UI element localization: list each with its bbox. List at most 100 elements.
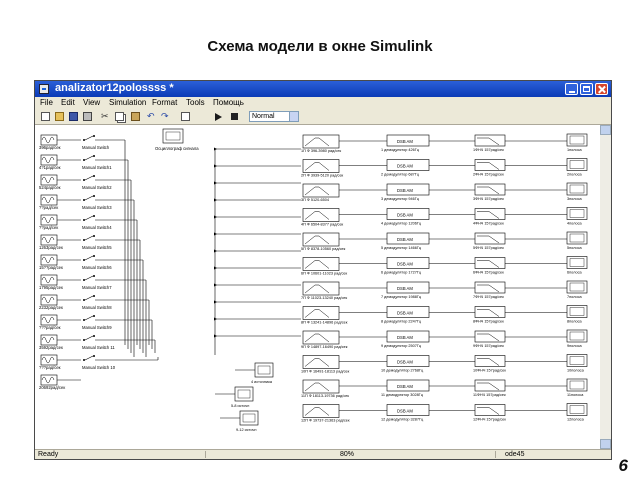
bandpass-filter-block[interactable] — [302, 232, 340, 247]
undo-icon[interactable]: ↶ — [147, 112, 156, 121]
lowpass-filter-block[interactable] — [474, 330, 506, 343]
switch-contact — [93, 275, 95, 277]
manual-switch-block[interactable] — [84, 195, 94, 201]
filter-label: 12П Ф 19737-21363 рад/сек — [301, 419, 350, 423]
manual-switch-block[interactable] — [84, 235, 94, 241]
lowpass-filter-block[interactable] — [474, 183, 506, 196]
scope-screen-icon — [569, 233, 585, 243]
lowpass-filter-block[interactable] — [474, 379, 506, 392]
switch-contact — [93, 155, 95, 157]
vertical-scrollbar[interactable] — [600, 125, 611, 449]
sine-source-block[interactable] — [40, 374, 58, 386]
sine-source-block[interactable] — [40, 314, 58, 326]
sine-source-block[interactable] — [40, 274, 58, 286]
sine-source-block[interactable] — [40, 254, 58, 266]
menu-view[interactable]: View — [83, 97, 100, 109]
close-button[interactable] — [595, 83, 608, 95]
scope-screen-icon — [237, 389, 251, 399]
switch-contact — [83, 219, 85, 221]
sine-source-block[interactable] — [40, 174, 58, 186]
library-icon[interactable] — [181, 112, 190, 121]
lowpass-filter-block[interactable] — [474, 134, 506, 147]
menu-file[interactable]: File — [40, 97, 53, 109]
manual-switch-block[interactable] — [84, 175, 94, 181]
manual-switch-block[interactable] — [84, 155, 94, 161]
switch-label: Manual Switch8 — [82, 305, 112, 310]
menu-simulation[interactable]: Simulation — [109, 97, 146, 109]
arrow-head-icon — [214, 215, 217, 219]
sine-source-block[interactable] — [40, 354, 58, 366]
bandpass-filter-block[interactable] — [302, 379, 340, 394]
menu-help[interactable]: Помощь — [213, 97, 244, 109]
bandpass-filter-block[interactable] — [302, 208, 340, 222]
menu-tools[interactable]: Tools — [186, 97, 205, 109]
scroll-down-button[interactable] — [600, 439, 611, 449]
bandpass-filter-block[interactable] — [302, 355, 340, 369]
switch-contact — [93, 235, 95, 237]
bandpass-filter-block[interactable] — [302, 257, 340, 271]
manual-switch-block[interactable] — [84, 215, 94, 221]
copy-icon[interactable] — [115, 112, 124, 121]
open-icon[interactable] — [55, 112, 64, 121]
lowpass-filter-block[interactable] — [474, 232, 506, 245]
menu-format[interactable]: Format — [152, 97, 177, 109]
print-icon[interactable] — [83, 112, 92, 121]
window-titlebar[interactable]: analizator12polossss * — [35, 81, 611, 97]
stop-icon[interactable] — [231, 113, 238, 120]
menu-bar: File Edit View Simulation Format Tools П… — [35, 97, 611, 109]
sine-source-block[interactable] — [40, 134, 58, 146]
bandpass-filter-block[interactable] — [302, 134, 340, 149]
redo-icon[interactable]: ↷ — [161, 112, 170, 121]
manual-switch-block[interactable] — [84, 275, 94, 281]
save-icon[interactable] — [69, 112, 78, 121]
filter-label: 5П Ф 8378-10560 рад/сек — [301, 247, 346, 251]
status-ready: Ready — [38, 451, 59, 458]
cut-icon[interactable]: ✂ — [101, 112, 110, 121]
scope-screen-icon — [569, 307, 585, 316]
bandpass-filter-block[interactable] — [302, 183, 340, 198]
lowpass-filter-block[interactable] — [474, 281, 506, 294]
lowpass-filter-block[interactable] — [474, 306, 506, 318]
manual-switch-block[interactable] — [84, 135, 94, 141]
menu-edit[interactable]: Edit — [61, 97, 75, 109]
minimize-button[interactable] — [565, 83, 578, 95]
paste-icon[interactable] — [131, 112, 140, 121]
manual-switch-block[interactable] — [84, 335, 94, 341]
sine-source-block[interactable] — [40, 194, 58, 206]
simulation-mode-select[interactable]: Normal — [249, 111, 299, 122]
output-label: 1полоса — [567, 148, 582, 152]
lowpass-filter-block[interactable] — [474, 208, 506, 220]
bandpass-filter-block[interactable] — [302, 404, 340, 418]
sine-source-block[interactable] — [40, 334, 58, 346]
bandpass-filter-block[interactable] — [302, 330, 340, 345]
dsb-am-label: DSB AM — [397, 164, 413, 169]
scope-screen-icon — [569, 356, 585, 365]
lowpass-filter-block[interactable] — [474, 159, 506, 171]
switch-contact — [83, 159, 85, 161]
manual-switch-block[interactable] — [84, 295, 94, 301]
source-label: 524рад/сек — [39, 185, 61, 190]
manual-switch-block[interactable] — [84, 315, 94, 321]
bandpass-filter-block[interactable] — [302, 281, 340, 296]
switch-label: Manual Switch3 — [82, 205, 112, 210]
bandpass-filter-block[interactable] — [302, 306, 340, 320]
sine-source-block[interactable] — [40, 234, 58, 246]
bandpass-filter-block[interactable] — [302, 159, 340, 173]
scroll-up-button[interactable] — [600, 125, 611, 135]
sine-source-block[interactable] — [40, 214, 58, 226]
arrow-head-icon — [214, 317, 217, 321]
play-icon[interactable] — [215, 113, 222, 121]
sine-source-block[interactable] — [40, 294, 58, 306]
manual-switch-block[interactable] — [84, 255, 94, 261]
chevron-down-icon[interactable] — [289, 112, 298, 121]
model-canvas[interactable]: 396рад/сек 4?1рад/сек 524рад/сек ??рад/сек?… — [35, 125, 600, 449]
maximize-button[interactable] — [580, 83, 593, 95]
lpf-label: 2ФНЧ 157рад/сек — [473, 173, 504, 177]
lowpass-filter-block[interactable] — [474, 257, 506, 269]
manual-switch-block[interactable] — [84, 355, 94, 361]
lowpass-filter-block[interactable] — [474, 355, 506, 367]
lowpass-filter-block[interactable] — [474, 404, 506, 416]
arrow-head-icon — [214, 164, 217, 168]
sine-source-block[interactable] — [40, 154, 58, 166]
new-icon[interactable] — [41, 112, 50, 121]
